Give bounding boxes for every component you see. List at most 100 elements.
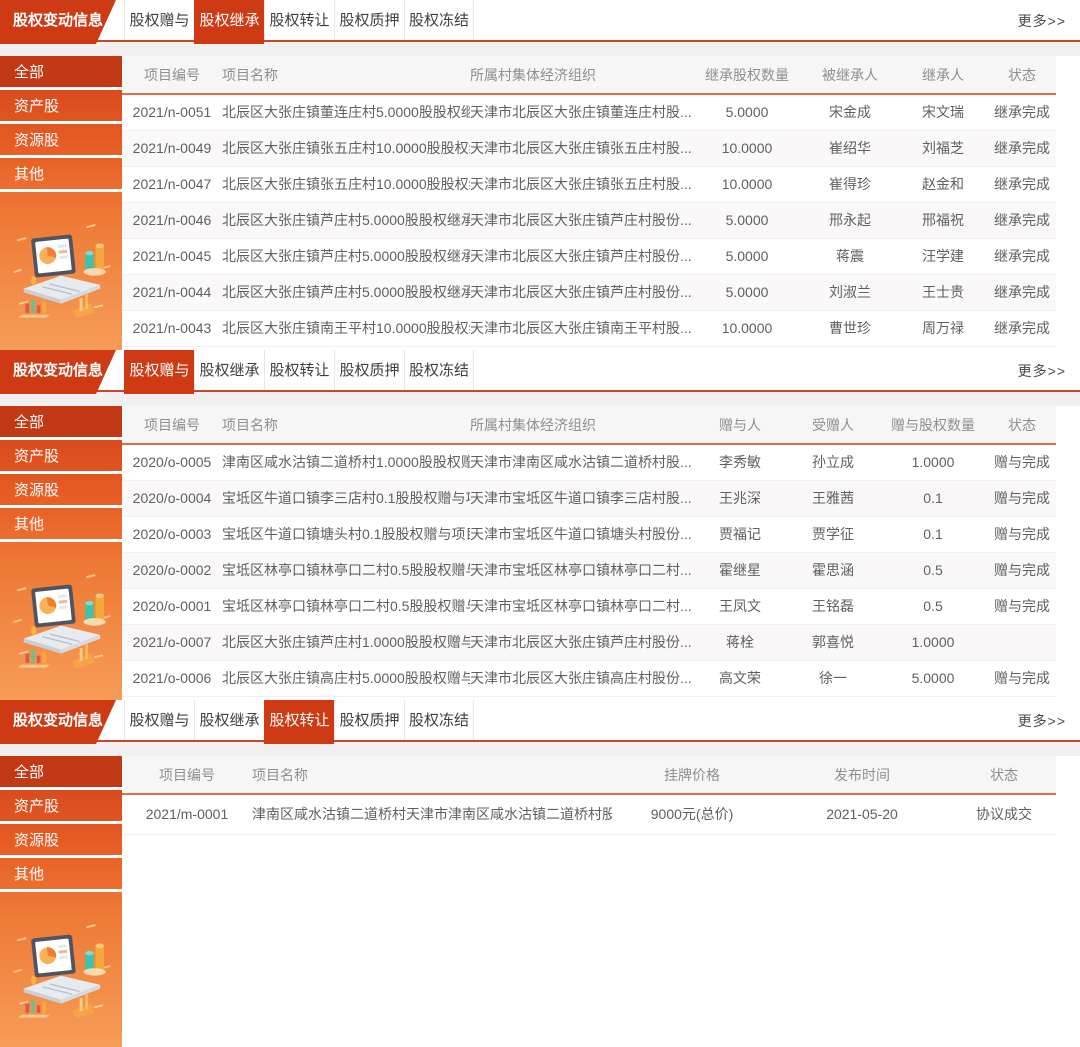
sidebar-item-asset-shares[interactable]: 资产股: [0, 90, 122, 124]
table-cell: 赵金和: [898, 166, 988, 202]
table-cell: 北辰区大张庄镇高庄村5.0000股股权赠与...: [222, 660, 470, 696]
table-cell: 天津市北辰区大张庄镇张五庄村股...: [470, 130, 692, 166]
table-cell: 北辰区大张庄镇南王平村10.0000股股权继...: [222, 310, 470, 346]
table-cell: 5.0000: [692, 202, 802, 238]
laptop-charts-illustration: [0, 542, 122, 700]
tab-equity-transfer[interactable]: 股权转让: [264, 700, 334, 744]
table-row[interactable]: 2020/o-0001宝坻区林亭口镇林亭口二村0.5股股权赠与...天津市宝坻区…: [122, 588, 1056, 624]
tab-equity-freeze[interactable]: 股权冻结: [404, 0, 474, 40]
column-header: 项目名称: [252, 756, 612, 794]
table-row[interactable]: 2021/o-0006北辰区大张庄镇高庄村5.0000股股权赠与...天津市北辰…: [122, 660, 1056, 696]
sidebar-item-other[interactable]: 其他: [0, 858, 122, 892]
table-cell: 天津市北辰区大张庄镇芦庄村股份...: [470, 202, 692, 238]
tab-equity-gift[interactable]: 股权赠与: [124, 700, 194, 740]
table-cell: 赠与完成: [988, 444, 1056, 480]
sidebar-item-resource-shares[interactable]: 资源股: [0, 124, 122, 158]
table-row[interactable]: 2020/o-0003宝坻区牛道口镇塘头村0.1股股权赠与项目天津市宝坻区牛道口…: [122, 516, 1056, 552]
tab-equity-transfer[interactable]: 股权转让: [264, 0, 334, 40]
equity-inheritance-panel: 股权变动信息 股权赠与 股权继承 股权转让 股权质押 股权冻结 更多>> 全部 …: [0, 0, 1080, 350]
table-row[interactable]: 2021/n-0046北辰区大张庄镇芦庄村5.0000股股权继承...天津市北辰…: [122, 202, 1056, 238]
table-header-row: 项目编号项目名称所属村集体经济组织继承股权数量被继承人继承人状态: [122, 56, 1056, 94]
table-cell: 宝坻区牛道口镇塘头村0.1股股权赠与项目: [222, 516, 470, 552]
table-cell: 2021/n-0044: [122, 274, 222, 310]
table-cell: [988, 624, 1056, 660]
table-cell: 天津市宝坻区林亭口镇林亭口二村...: [470, 552, 692, 588]
tab-equity-pledge[interactable]: 股权质押: [334, 700, 404, 740]
tab-equity-transfer[interactable]: 股权转让: [264, 350, 334, 390]
table-row[interactable]: 2021/n-0051北辰区大张庄镇董连庄村5.0000股股权继...天津市北辰…: [122, 94, 1056, 130]
table-row[interactable]: 2021/m-0001津南区咸水沽镇二道桥村天津市津南区咸水沽镇二道桥村股份经.…: [122, 794, 1056, 834]
equity-gift-panel: 股权变动信息 股权赠与 股权继承 股权转让 股权质押 股权冻结 更多>> 全部 …: [0, 350, 1080, 700]
table-cell: 继承完成: [988, 238, 1056, 274]
table-cell: 0.1: [878, 480, 988, 516]
table-cell: 继承完成: [988, 94, 1056, 130]
table-cell: 2020/o-0004: [122, 480, 222, 516]
tab-equity-gift[interactable]: 股权赠与: [124, 350, 194, 394]
tab-equity-inheritance[interactable]: 股权继承: [194, 350, 264, 390]
sidebar-item-asset-shares[interactable]: 资产股: [0, 440, 122, 474]
column-header: 状态: [988, 56, 1056, 94]
column-header: 状态: [952, 756, 1056, 794]
table-cell: 2021/n-0047: [122, 166, 222, 202]
column-header: 赠与人: [692, 406, 788, 444]
table-row[interactable]: 2021/n-0047北辰区大张庄镇张五庄村10.0000股股权继...天津市北…: [122, 166, 1056, 202]
tab-equity-pledge[interactable]: 股权质押: [334, 350, 404, 390]
table-cell: 霍继星: [692, 552, 788, 588]
tab-bar: 股权变动信息 股权赠与 股权继承 股权转让 股权质押 股权冻结 更多>>: [0, 700, 1080, 742]
column-header: 所属村集体经济组织: [470, 406, 692, 444]
table-row[interactable]: 2020/o-0005津南区咸水沽镇二道桥村1.0000股股权赠...天津市津南…: [122, 444, 1056, 480]
table-cell: 宝坻区林亭口镇林亭口二村0.5股股权赠与...: [222, 588, 470, 624]
laptop-charts-illustration-svg: [5, 564, 117, 676]
more-link[interactable]: 更多>>: [1018, 350, 1066, 392]
table-row[interactable]: 2021/n-0044北辰区大张庄镇芦庄村5.0000股股权继承...天津市北辰…: [122, 274, 1056, 310]
table-cell: 王凤文: [692, 588, 788, 624]
sidebar-item-other[interactable]: 其他: [0, 158, 122, 192]
tab-equity-freeze[interactable]: 股权冻结: [404, 350, 474, 390]
table-cell: 北辰区大张庄镇张五庄村10.0000股股权继...: [222, 130, 470, 166]
gift-table: 项目编号项目名称所属村集体经济组织赠与人受赠人赠与股权数量状态2020/o-00…: [122, 406, 1056, 697]
sidebar-item-asset-shares[interactable]: 资产股: [0, 790, 122, 824]
table-cell: 2020/o-0005: [122, 444, 222, 480]
spacer: [0, 392, 1080, 406]
laptop-charts-illustration: [0, 892, 122, 1047]
sidebar-item-resource-shares[interactable]: 资源股: [0, 824, 122, 858]
table-cell: 天津市北辰区大张庄镇芦庄村股份...: [470, 274, 692, 310]
sidebar-item-all[interactable]: 全部: [0, 406, 122, 440]
table-cell: 2020/o-0002: [122, 552, 222, 588]
sidebar-item-other[interactable]: 其他: [0, 508, 122, 542]
sidebar-item-resource-shares[interactable]: 资源股: [0, 474, 122, 508]
table-cell: 蒋栓: [692, 624, 788, 660]
table-row[interactable]: 2021/n-0043北辰区大张庄镇南王平村10.0000股股权继...天津市北…: [122, 310, 1056, 346]
tab-equity-pledge[interactable]: 股权质押: [334, 0, 404, 40]
table-cell: 天津市宝坻区牛道口镇李三店村股...: [470, 480, 692, 516]
sidebar-item-all[interactable]: 全部: [0, 56, 122, 90]
table-cell: 北辰区大张庄镇芦庄村5.0000股股权继承...: [222, 274, 470, 310]
column-header: 所属村集体经济组织: [470, 56, 692, 94]
more-link[interactable]: 更多>>: [1018, 0, 1066, 42]
table-row[interactable]: 2020/o-0004宝坻区牛道口镇李三店村0.1股股权赠与项目天津市宝坻区牛道…: [122, 480, 1056, 516]
more-link[interactable]: 更多>>: [1018, 700, 1066, 742]
panel-title-banner: 股权变动信息: [0, 0, 116, 44]
table-cell: 天津市宝坻区牛道口镇塘头村股份...: [470, 516, 692, 552]
table-cell: 王兆深: [692, 480, 788, 516]
table-cell: 5.0000: [878, 660, 988, 696]
tab-equity-inheritance[interactable]: 股权继承: [194, 700, 264, 740]
table-cell: 赠与完成: [988, 660, 1056, 696]
inheritance-table: 项目编号项目名称所属村集体经济组织继承股权数量被继承人继承人状态2021/n-0…: [122, 56, 1056, 347]
tab-equity-gift[interactable]: 股权赠与: [124, 0, 194, 40]
table-cell: 2021/n-0043: [122, 310, 222, 346]
table-row[interactable]: 2021/n-0045北辰区大张庄镇芦庄村5.0000股股权继承...天津市北辰…: [122, 238, 1056, 274]
sidebar-item-all[interactable]: 全部: [0, 756, 122, 790]
table-cell: 宝坻区牛道口镇李三店村0.1股股权赠与项目: [222, 480, 470, 516]
equity-transfer-panel: 股权变动信息 股权赠与 股权继承 股权转让 股权质押 股权冻结 更多>> 全部 …: [0, 700, 1080, 1047]
table-row[interactable]: 2021/n-0049北辰区大张庄镇张五庄村10.0000股股权继...天津市北…: [122, 130, 1056, 166]
table-cell: 继承完成: [988, 202, 1056, 238]
tab-equity-freeze[interactable]: 股权冻结: [404, 700, 474, 740]
table-row[interactable]: 2021/o-0007北辰区大张庄镇芦庄村1.0000股股权赠与...天津市北辰…: [122, 624, 1056, 660]
table-cell: 2021/n-0046: [122, 202, 222, 238]
table-cell: 2021/o-0006: [122, 660, 222, 696]
table-cell: 10.0000: [692, 310, 802, 346]
tab-equity-inheritance[interactable]: 股权继承: [194, 0, 264, 44]
table-cell: 邢福祝: [898, 202, 988, 238]
table-row[interactable]: 2020/o-0002宝坻区林亭口镇林亭口二村0.5股股权赠与...天津市宝坻区…: [122, 552, 1056, 588]
